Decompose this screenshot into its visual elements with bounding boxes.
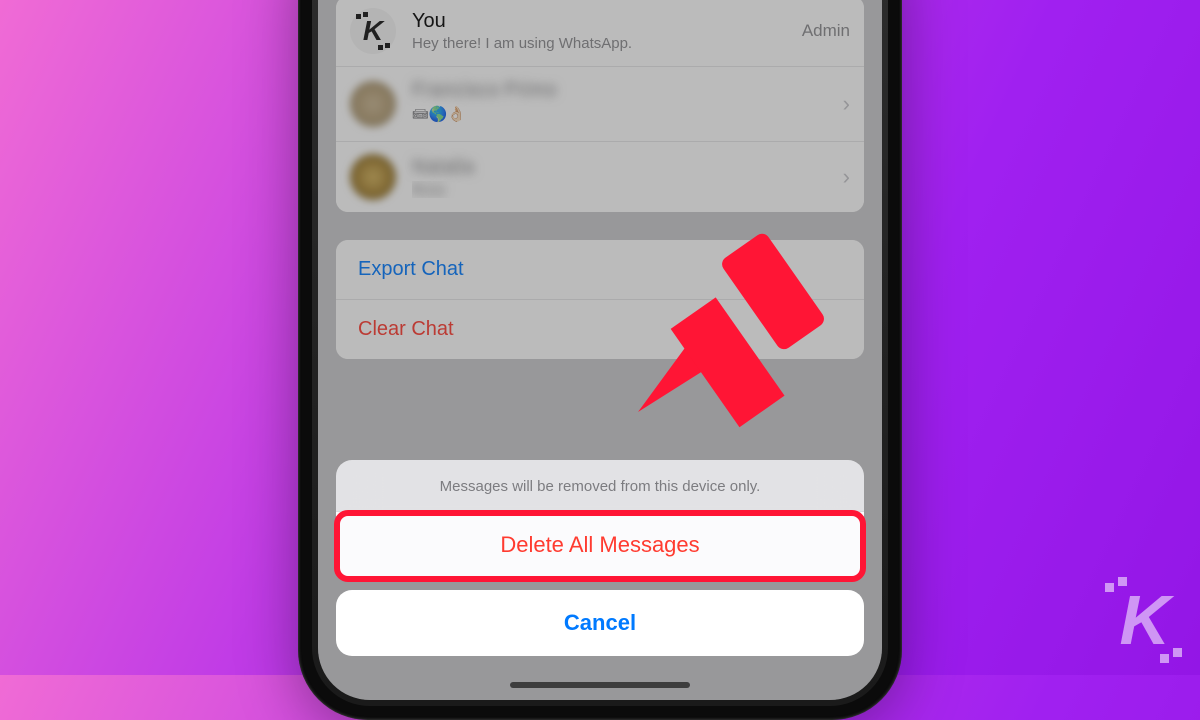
- participant-status: Hey there! I am using WhatsApp.: [412, 35, 802, 52]
- chat-actions-section: Export Chat Clear Chat: [336, 240, 864, 359]
- participant-status-blurred: Busy: [412, 181, 843, 198]
- export-chat-button[interactable]: Export Chat: [336, 240, 864, 299]
- action-sheet-message: Messages will be removed from this devic…: [336, 460, 864, 511]
- participant-name: You: [412, 10, 802, 32]
- phone-frame: K You Hey there! I am using WhatsApp. Ad…: [298, 0, 902, 720]
- brand-watermark: K: [1119, 585, 1170, 655]
- participant-name-blurred: Francisco Primo: [412, 79, 843, 101]
- participants-section: K You Hey there! I am using WhatsApp. Ad…: [336, 0, 864, 212]
- participant-row[interactable]: Natalia Busy ›: [336, 141, 864, 212]
- participant-row[interactable]: Francisco Primo 📾🌎👌🏻 ›: [336, 66, 864, 141]
- chevron-right-icon: ›: [843, 91, 850, 117]
- chevron-right-icon: ›: [843, 164, 850, 190]
- clear-chat-button[interactable]: Clear Chat: [336, 299, 864, 359]
- group-settings-content: K You Hey there! I am using WhatsApp. Ad…: [318, 0, 882, 359]
- phone-bezel: K You Hey there! I am using WhatsApp. Ad…: [312, 0, 888, 706]
- action-sheet-group: Messages will be removed from this devic…: [336, 460, 864, 578]
- cancel-button[interactable]: Cancel: [336, 590, 864, 656]
- participant-name-blurred: Natalia: [412, 156, 843, 178]
- participant-you-row[interactable]: K You Hey there! I am using WhatsApp. Ad…: [336, 0, 864, 66]
- home-indicator: [510, 682, 690, 688]
- avatar-blurred: [350, 81, 396, 127]
- delete-all-messages-button[interactable]: Delete All Messages: [336, 511, 864, 578]
- avatar-you: K: [350, 8, 396, 54]
- action-sheet: Messages will be removed from this devic…: [336, 460, 864, 656]
- participant-role: Admin: [802, 21, 850, 41]
- participant-status-emoji: 📾🌎👌🏻: [412, 104, 843, 129]
- avatar-blurred: [350, 154, 396, 200]
- phone-screen: K You Hey there! I am using WhatsApp. Ad…: [318, 0, 882, 700]
